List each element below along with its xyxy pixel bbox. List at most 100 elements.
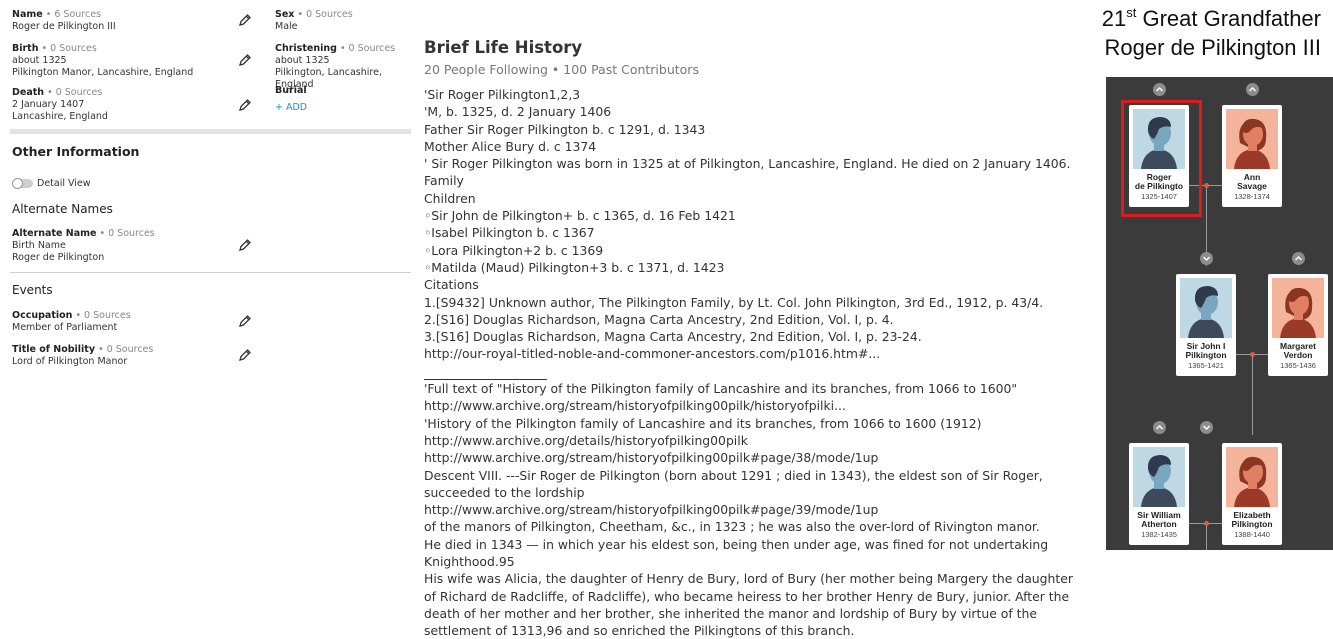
nobility-label: Title of Nobility bbox=[12, 344, 96, 355]
person-avatar bbox=[1226, 447, 1278, 507]
bio-line: 'Full text of "History of the Pilkington… bbox=[424, 381, 1018, 397]
person-name: Margaret Verdon bbox=[1268, 342, 1328, 360]
sex-label: Sex bbox=[275, 9, 295, 20]
chevron-up-icon[interactable] bbox=[1153, 83, 1166, 96]
name-sources: • 6 Sources bbox=[45, 9, 102, 20]
tree-connector-line bbox=[1206, 523, 1207, 550]
bio-line: Citations bbox=[424, 277, 479, 293]
life-history-title: Brief Life History bbox=[424, 38, 583, 57]
person-avatar bbox=[1226, 109, 1278, 169]
birth-vital[interactable]: Birth • 0 Sources about 1325 Pilkington … bbox=[12, 43, 193, 79]
detail-view-toggle[interactable] bbox=[12, 178, 33, 189]
bio-link[interactable]: http://www.archive.org/stream/historyofp… bbox=[424, 397, 1079, 414]
person-name: Sir John I Pilkington bbox=[1176, 342, 1236, 360]
bio-line: 2.[S16] Douglas Richardson, Magna Carta … bbox=[424, 311, 894, 327]
edit-birth-pencil-icon[interactable] bbox=[238, 53, 252, 67]
edit-occupation-pencil-icon[interactable] bbox=[238, 314, 252, 328]
death-label: Death bbox=[12, 87, 45, 98]
bio-line: 'M, b. 1325, d. 2 January 1406 bbox=[424, 104, 612, 120]
person-card[interactable]: Sir William Atherton 1382-1435 bbox=[1129, 443, 1189, 545]
bio-line: Father Sir Roger Pilkington b. c 1291, d… bbox=[424, 121, 706, 137]
birth-date: about 1325 bbox=[12, 55, 67, 66]
alt-name-label: Alternate Name bbox=[12, 228, 97, 239]
relationship-line: 21st Great Grandfather bbox=[1102, 4, 1321, 33]
name-label: Name bbox=[12, 9, 43, 20]
birth-label: Birth bbox=[12, 43, 39, 54]
edit-death-pencil-icon[interactable] bbox=[238, 98, 252, 112]
bio-line: ◦Isabel Pilkington b. c 1367 bbox=[424, 225, 595, 241]
person-card[interactable]: Ann Savage 1328-1374 bbox=[1222, 105, 1282, 207]
person-avatar bbox=[1272, 278, 1324, 338]
christening-label: Christening bbox=[275, 43, 337, 54]
female-avatar-icon bbox=[1272, 278, 1324, 338]
relationship-ordinal-suffix: st bbox=[1126, 5, 1137, 20]
death-place: Lancashire, England bbox=[12, 111, 108, 122]
bio-line: 1.[S9432] Unknown author, The Pilkington… bbox=[424, 294, 1044, 310]
edit-nobility-pencil-icon[interactable] bbox=[238, 348, 252, 362]
nobility-vital[interactable]: Title of Nobility • 0 Sources Lord of Pi… bbox=[12, 344, 153, 368]
bio-line: 'Sir Roger Pilkington1,2,3 bbox=[424, 87, 581, 102]
chevron-up-icon[interactable] bbox=[1246, 83, 1259, 96]
selected-person-highlight bbox=[1121, 100, 1202, 217]
bio-link[interactable]: http://www.archive.org/details/historyof… bbox=[424, 432, 1079, 449]
name-value: Roger de Pilkington III bbox=[12, 21, 116, 32]
person-name-line2: Verdon bbox=[1283, 350, 1313, 360]
christening-vital[interactable]: Christening • 0 Sources about 1325 Pilki… bbox=[275, 43, 420, 91]
burial-vital: Burial + ADD bbox=[275, 85, 307, 114]
person-years: 1328-1374 bbox=[1234, 192, 1270, 201]
occupation-sources: • 0 Sources bbox=[75, 310, 131, 321]
bio-line: 'History of the Pilkington family of Lan… bbox=[424, 415, 982, 431]
person-card[interactable]: Margaret Verdon 1365-1436 bbox=[1268, 274, 1328, 376]
bio-link[interactable]: http://our-royal-titled-noble-and-common… bbox=[424, 345, 1079, 362]
sex-vital[interactable]: Sex • 0 Sources Male bbox=[275, 9, 353, 33]
bio-line: His wife was Alicia, the daughter of Hen… bbox=[424, 571, 1073, 639]
edit-alt-name-pencil-icon[interactable] bbox=[238, 238, 252, 252]
bio-line: Mother Alice Bury d. c 1374 bbox=[424, 138, 597, 154]
bio-line: Family bbox=[424, 173, 464, 189]
person-name-line2: Pilkington bbox=[1231, 519, 1273, 529]
person-card[interactable]: Sir John I Pilkington 1365-1421 bbox=[1176, 274, 1236, 376]
person-avatar bbox=[1133, 447, 1185, 507]
sex-value: Male bbox=[275, 21, 298, 32]
burial-add-link[interactable]: + ADD bbox=[275, 102, 307, 114]
bio-line: He died in 1343 — in which year his elde… bbox=[424, 536, 1049, 570]
person-card[interactable]: Elizabeth Pilkington 1388-1440 bbox=[1222, 443, 1282, 545]
bio-line: ' Sir Roger Pilkington was born in 1325 … bbox=[424, 156, 1071, 172]
chevron-up-icon[interactable] bbox=[1292, 252, 1305, 265]
relationship-caption: 21st Great Grandfather Roger de Pilkingt… bbox=[1102, 4, 1321, 62]
chevron-down-icon[interactable] bbox=[1200, 421, 1213, 434]
birth-place: Pilkington Manor, Lancashire, England bbox=[12, 67, 194, 78]
bio-line: of the manors of Pilkington, Cheetham, &… bbox=[424, 519, 1040, 535]
occupation-vital[interactable]: Occupation • 0 Sources Member of Parliam… bbox=[12, 310, 131, 334]
chevron-down-icon[interactable] bbox=[1200, 252, 1213, 265]
person-avatar bbox=[1180, 278, 1232, 338]
couple-connector-dot bbox=[1203, 183, 1209, 188]
ancestor-name: Roger de Pilkington III bbox=[1104, 35, 1321, 60]
person-name: Elizabeth Pilkington bbox=[1222, 511, 1282, 529]
name-vital[interactable]: Name • 6 Sources Roger de Pilkington III bbox=[12, 9, 116, 33]
person-years: 1365-1436 bbox=[1280, 361, 1316, 370]
person-name-line2: Savage bbox=[1237, 181, 1267, 191]
death-date: 2 January 1407 bbox=[12, 99, 85, 110]
edit-name-pencil-icon[interactable] bbox=[238, 13, 252, 27]
sex-sources: • 0 Sources bbox=[297, 9, 353, 20]
vitals-panel: Name • 6 Sources Roger de Pilkington III… bbox=[0, 0, 420, 639]
relationship-label: Great Grandfather bbox=[1142, 6, 1321, 31]
alternate-name-vital[interactable]: Alternate Name • 0 Sources Birth Name Ro… bbox=[12, 228, 155, 264]
death-vital[interactable]: Death • 0 Sources 2 January 1407 Lancash… bbox=[12, 87, 108, 123]
bio-link[interactable]: http://www.archive.org/stream/historyofp… bbox=[424, 449, 1079, 466]
female-avatar-icon bbox=[1226, 109, 1278, 169]
bio-line: Children bbox=[424, 190, 476, 206]
life-history-text: 'Sir Roger Pilkington1,2,3 'M, b. 1325, d… bbox=[424, 86, 1079, 639]
alternate-names-title: Alternate Names bbox=[12, 202, 113, 216]
bio-line: ◦Lora Pilkington+2 b. c 1369 bbox=[424, 242, 604, 258]
nobility-sources: • 0 Sources bbox=[98, 344, 154, 355]
events-title: Events bbox=[12, 283, 53, 297]
detail-view-label: Detail View bbox=[37, 178, 91, 189]
person-name-line2: Pilkington bbox=[1185, 350, 1227, 360]
occupation-label: Occupation bbox=[12, 310, 73, 321]
chevron-up-icon[interactable] bbox=[1153, 421, 1166, 434]
events-divider bbox=[10, 272, 411, 273]
bio-link[interactable]: http://www.archive.org/stream/historyofp… bbox=[424, 501, 1079, 518]
christening-date: about 1325 bbox=[275, 55, 330, 66]
